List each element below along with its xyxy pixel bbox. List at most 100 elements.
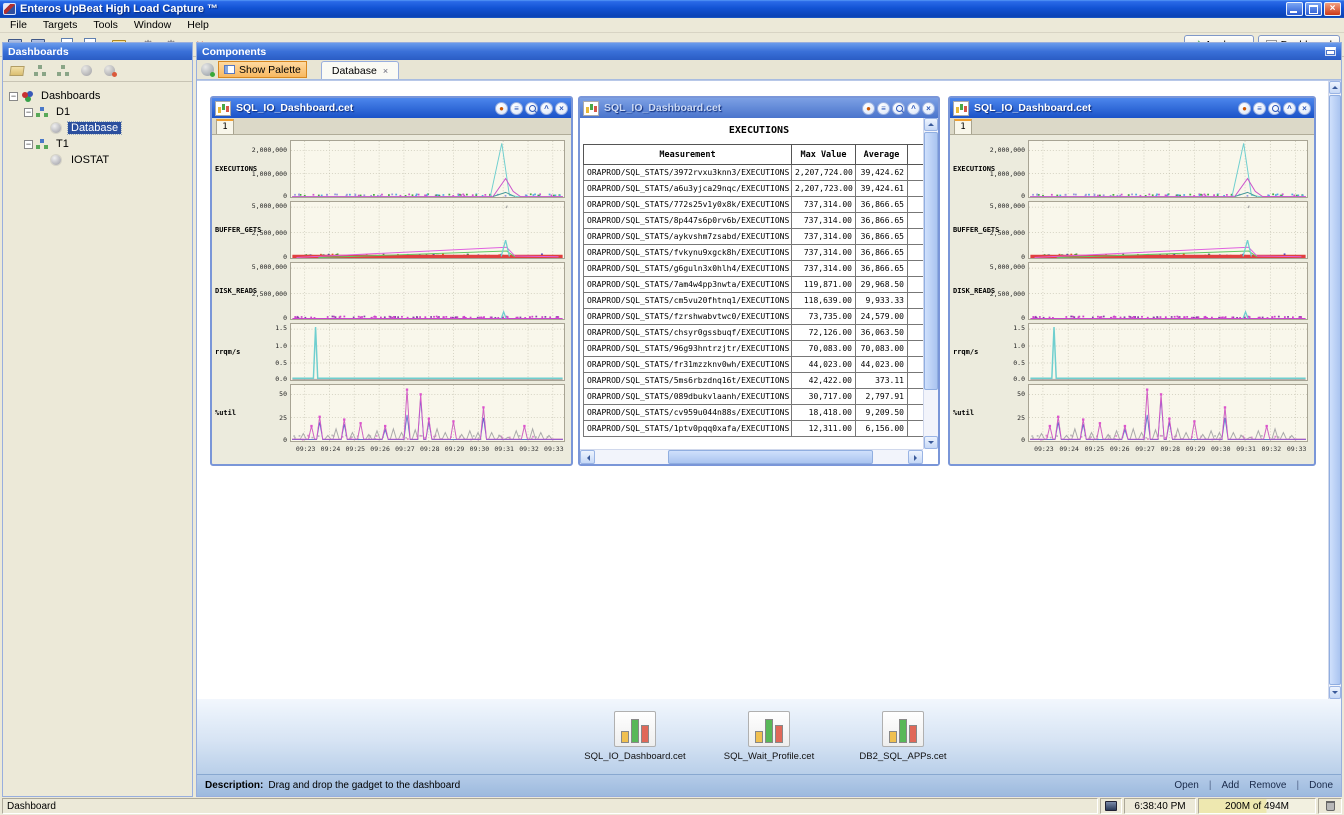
gadget-sql-io-dashboard-left[interactable]: SQL_IO_Dashboard.cet ●≡^× 1 EXECUTIONS2,… xyxy=(210,96,573,466)
menu-window[interactable]: Window xyxy=(126,19,179,31)
close-icon[interactable]: × xyxy=(1298,102,1311,115)
float-window-icon[interactable] xyxy=(1325,47,1336,56)
tree-item-iostat[interactable]: IOSTAT xyxy=(5,152,190,168)
menu-icon[interactable]: ≡ xyxy=(1253,102,1266,115)
record-icon[interactable]: ● xyxy=(495,102,508,115)
tree-item-t1[interactable]: −T1 xyxy=(5,136,190,152)
show-palette-button[interactable]: Show Palette xyxy=(218,61,307,78)
content-vertical-scrollbar[interactable] xyxy=(1328,81,1341,699)
scroll-down-icon[interactable] xyxy=(924,436,938,449)
table-row[interactable]: ORAPROD/SQL_STATS/g6guln3x0hlh4/EXECUTIO… xyxy=(584,261,924,277)
gadget-sql-io-dashboard-right[interactable]: SQL_IO_Dashboard.cet ●≡^× 1 EXECUTIONS2,… xyxy=(948,96,1316,466)
table-row[interactable]: ORAPROD/SQL_STATS/96g93hntrzjtr/EXECUTIO… xyxy=(584,341,924,357)
restore-button[interactable] xyxy=(1305,2,1322,16)
y-tick-label: 5,000,000 xyxy=(990,202,1025,210)
measurement-cell: ORAPROD/SQL_STATS/5ms6rbzdnq16t/EXECUTIO… xyxy=(584,373,792,389)
table-row[interactable]: ORAPROD/SQL_STATS/089dbukvlaanh/EXECUTIO… xyxy=(584,389,924,405)
table-row[interactable]: ORAPROD/SQL_STATS/7am4w4pp3nwta/EXECUTIO… xyxy=(584,277,924,293)
column-header-measurement[interactable]: Measurement xyxy=(584,145,792,165)
gadget-tab-1[interactable]: 1 xyxy=(216,119,234,134)
table-row[interactable]: ORAPROD/SQL_STATS/cm5vu20fhtnq1/EXECUTIO… xyxy=(584,293,924,309)
search-icon[interactable] xyxy=(1268,102,1281,115)
bar-chart-gadget-icon xyxy=(614,711,656,747)
console-icon[interactable] xyxy=(1100,798,1122,814)
tab-database[interactable]: Database × xyxy=(321,61,399,79)
scrollbar-thumb[interactable] xyxy=(668,450,873,464)
gadget-sql-io-dashboard-table[interactable]: SQL_IO_Dashboard.cet ●≡^× EXECUTIONS Mea… xyxy=(578,96,940,466)
action-open[interactable]: Open xyxy=(1174,780,1198,791)
column-header-max-value[interactable]: Max Value xyxy=(792,145,856,165)
table-row[interactable]: ORAPROD/SQL_STATS/772s25v1y0x8k/EXECUTIO… xyxy=(584,197,924,213)
table-row[interactable]: ORAPROD/SQL_STATS/aykvshm7zsabd/EXECUTIO… xyxy=(584,229,924,245)
collapse-icon[interactable]: ^ xyxy=(540,102,553,115)
menu-icon[interactable]: ≡ xyxy=(510,102,523,115)
close-icon[interactable]: × xyxy=(555,102,568,115)
menu-file[interactable]: File xyxy=(2,19,35,31)
palette-item-db2_sql_apps-cet[interactable]: DB2_SQL_APPs.cet xyxy=(848,711,958,762)
expander-icon[interactable]: − xyxy=(24,140,33,149)
measurement-cell: ORAPROD/SQL_STATS/089dbukvlaanh/EXECUTIO… xyxy=(584,389,792,405)
scrollbar-thumb[interactable] xyxy=(1329,95,1341,685)
tree-item-database[interactable]: Database xyxy=(5,120,190,136)
table-row[interactable]: ORAPROD/SQL_STATS/5ms6rbzdnq16t/EXECUTIO… xyxy=(584,373,924,389)
memory-meter[interactable]: 200M of 494M xyxy=(1198,798,1316,814)
scroll-left-icon[interactable] xyxy=(580,450,595,464)
menu-help[interactable]: Help xyxy=(179,19,217,31)
action-remove[interactable]: Remove xyxy=(1249,780,1286,791)
chart-axis-labels: DISK_READS5,000,0002,500,0000 xyxy=(952,262,1028,320)
collapse-icon[interactable]: ^ xyxy=(907,102,920,115)
table-horizontal-scrollbar[interactable] xyxy=(580,449,923,464)
menu-targets[interactable]: Targets xyxy=(35,19,85,31)
sphere-icon[interactable] xyxy=(75,61,97,81)
gadget-title-bar[interactable]: SQL_IO_Dashboard.cet ●≡^× xyxy=(212,98,571,118)
action-done[interactable]: Done xyxy=(1309,780,1333,791)
close-button[interactable]: × xyxy=(1324,2,1341,16)
table-row[interactable]: ORAPROD/SQL_STATS/chsyr0gssbuqf/EXECUTIO… xyxy=(584,325,924,341)
x-tick-label: 09:27 xyxy=(1135,445,1155,453)
close-icon[interactable]: × xyxy=(922,102,935,115)
hierarchy-add-icon[interactable] xyxy=(29,61,51,81)
garbage-collect-icon[interactable] xyxy=(1318,798,1342,814)
gadget-title-bar[interactable]: SQL_IO_Dashboard.cet ●≡^× xyxy=(950,98,1314,118)
plot-area xyxy=(290,140,565,198)
open-folder-icon[interactable] xyxy=(6,61,28,81)
table-row[interactable]: ORAPROD/SQL_STATS/8p447s6p0rv6b/EXECUTIO… xyxy=(584,213,924,229)
gadget-title-bar[interactable]: SQL_IO_Dashboard.cet ●≡^× xyxy=(580,98,938,118)
table-row[interactable]: ORAPROD/SQL_STATS/fvkynu9xgck8h/EXECUTIO… xyxy=(584,245,924,261)
table-row[interactable]: ORAPROD/SQL_STATS/a6u3yjca29nqc/EXECUTIO… xyxy=(584,181,924,197)
minimize-button[interactable] xyxy=(1286,2,1303,16)
table-row[interactable]: ORAPROD/SQL_STATS/fzrshwabvtwc0/EXECUTIO… xyxy=(584,309,924,325)
expander-icon[interactable]: − xyxy=(24,108,33,117)
scrollbar-thumb[interactable] xyxy=(924,132,938,390)
palette-item-sql_io_dashboard-cet[interactable]: SQL_IO_Dashboard.cet xyxy=(580,711,690,762)
collapse-icon[interactable]: ^ xyxy=(1283,102,1296,115)
sphere-badge-icon[interactable] xyxy=(98,61,120,81)
record-icon[interactable]: ● xyxy=(862,102,875,115)
menu-tools[interactable]: Tools xyxy=(85,19,126,31)
search-icon[interactable] xyxy=(525,102,538,115)
component-sphere-icon[interactable] xyxy=(201,63,214,76)
record-icon[interactable]: ● xyxy=(1238,102,1251,115)
table-row[interactable]: ORAPROD/SQL_STATS/3972rvxu3knn3/EXECUTIO… xyxy=(584,165,924,181)
table-vertical-scrollbar[interactable] xyxy=(923,118,938,449)
scroll-down-icon[interactable] xyxy=(1329,686,1341,699)
hierarchy-icon[interactable] xyxy=(52,61,74,81)
scroll-up-icon[interactable] xyxy=(924,118,938,131)
column-header-average[interactable]: Average xyxy=(856,145,908,165)
tab-close-icon[interactable]: × xyxy=(383,66,388,76)
palette-item-sql_wait_profile-cet[interactable]: SQL_Wait_Profile.cet xyxy=(714,711,824,762)
action-add[interactable]: Add xyxy=(1221,780,1239,791)
table-row[interactable]: ORAPROD/SQL_STATS/fr31mzzknv0wh/EXECUTIO… xyxy=(584,357,924,373)
search-icon[interactable] xyxy=(892,102,905,115)
scroll-right-icon[interactable] xyxy=(908,450,923,464)
scroll-up-icon[interactable] xyxy=(1329,81,1341,94)
tree-item-dashboards[interactable]: −Dashboards xyxy=(5,88,190,104)
table-row[interactable]: ORAPROD/SQL_STATS/1ptv0pqq0xafa/EXECUTIO… xyxy=(584,421,924,437)
expander-icon[interactable]: − xyxy=(9,92,18,101)
tree-item-d1[interactable]: −D1 xyxy=(5,104,190,120)
table-row[interactable]: ORAPROD/SQL_STATS/cv959u044n88s/EXECUTIO… xyxy=(584,405,924,421)
series-name-label: %util xyxy=(215,409,236,417)
column-header-co[interactable]: Co xyxy=(908,145,924,165)
gadget-tab-1[interactable]: 1 xyxy=(954,119,972,134)
menu-icon[interactable]: ≡ xyxy=(877,102,890,115)
